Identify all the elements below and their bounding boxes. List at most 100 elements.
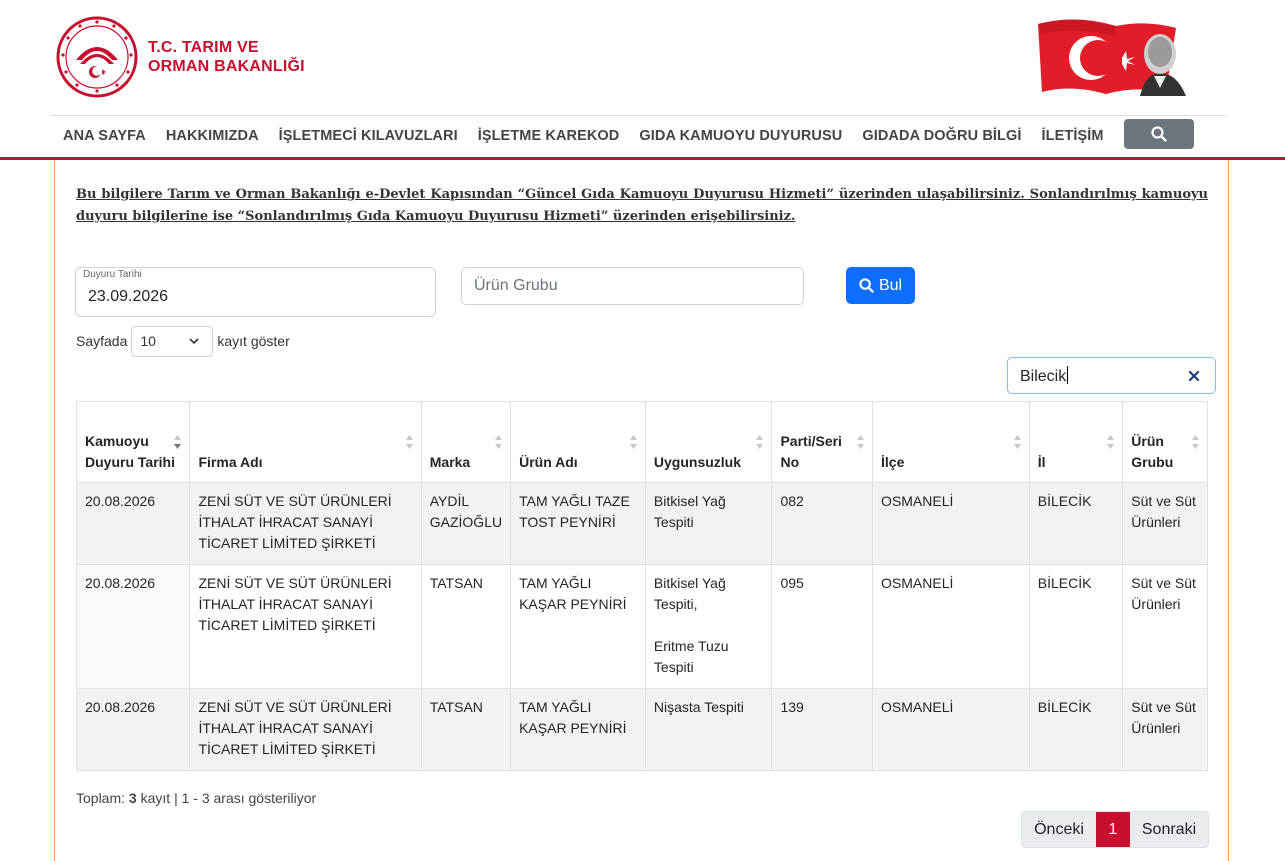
cell-date: 20.08.2026	[75, 688, 191, 771]
table-row: 20.08.2026 ZENİ SÜT VE SÜT ÜRÜNLERİ İTHA…	[75, 564, 1208, 689]
ministry-name-line2: ORMAN BAKANLIĞI	[148, 58, 305, 75]
page-length-suffix: kayıt göster	[217, 333, 290, 349]
col-header-product[interactable]: Ürün Adı	[510, 401, 646, 483]
summary-suffix: kayıt | 1 - 3 arası gösteriliyor	[140, 790, 317, 806]
main-nav: ANA SAYFA HAKKIMIZDA İŞLETMECİ KILAVUZLA…	[50, 116, 1226, 156]
col-header-company[interactable]: Firma Adı	[189, 401, 422, 483]
cell-issue-line: Bitkisel Yağ Tespiti,	[653, 575, 726, 612]
nav-search-button[interactable]	[1124, 119, 1194, 149]
flag-portrait-banner	[1038, 19, 1186, 96]
e-devlet-notice-link[interactable]: Bu bilgilere Tarım ve Orman Bakanlığı e-…	[76, 184, 1208, 228]
col-header-city-label: İl	[1037, 454, 1046, 470]
table-header-row: Kamuoyu Duyuru Tarihi Firma Adı Marka Ür…	[75, 401, 1208, 483]
col-header-company-label: Firma Adı	[198, 454, 263, 470]
ministry-name-line1: T.C. TARIM VE	[148, 39, 259, 56]
col-header-batch[interactable]: Parti/Seri No	[771, 401, 874, 483]
nav-business-qr[interactable]: İŞLETME KAREKOD	[478, 128, 620, 144]
nav-about[interactable]: HAKKIMIZDA	[166, 128, 259, 144]
cell-company: ZENİ SÜT VE SÜT ÜRÜNLERİ İTHALAT İHRACAT…	[189, 482, 422, 565]
cell-issue: Nişasta Tespiti	[644, 688, 773, 771]
sort-icon	[174, 435, 182, 449]
sort-icon	[1192, 435, 1199, 449]
col-header-issue[interactable]: Uygunsuzluk	[644, 401, 773, 483]
table-row: 20.08.2026 ZENİ SÜT VE SÜT ÜRÜNLERİ İTHA…	[75, 482, 1208, 565]
cell-product: TAM YAĞLI KAŞAR PEYNİRİ	[510, 564, 646, 689]
col-header-batch-label: Parti/Seri No	[780, 433, 842, 470]
sort-icon	[756, 435, 764, 449]
sort-icon	[1013, 435, 1021, 449]
find-button[interactable]: Bul	[846, 267, 915, 304]
summary-prefix: Toplam:	[76, 790, 126, 806]
announcements-table: Kamuoyu Duyuru Tarihi Firma Adı Marka Ür…	[75, 401, 1208, 771]
ministry-logo[interactable]: T.C. TARIM VE ORMAN BAKANLIĞI	[56, 16, 305, 98]
sort-icon	[495, 435, 503, 449]
nav-operator-guides[interactable]: İŞLETMECİ KILAVUZLARI	[279, 128, 458, 144]
cell-date: 20.08.2026	[75, 564, 191, 689]
search-icon	[1151, 126, 1167, 142]
cell-city: BİLECİK	[1028, 482, 1124, 565]
col-header-product-label: Ürün Adı	[519, 454, 578, 470]
sort-icon	[405, 435, 413, 449]
nav-contact[interactable]: İLETİŞİM	[1042, 128, 1104, 144]
page-length-value: 10	[140, 332, 156, 349]
cell-batch: 139	[771, 688, 874, 771]
page-length-select[interactable]: 10	[131, 325, 214, 357]
summary-count: 3	[128, 790, 137, 806]
sort-icon	[629, 435, 637, 449]
sort-icon	[1107, 435, 1115, 449]
cell-issue-line: Nişasta Tespiti	[653, 699, 744, 715]
page-length-prefix: Sayfada	[76, 333, 128, 349]
ministry-name: T.C. TARIM VE ORMAN BAKANLIĞI	[148, 38, 305, 76]
cell-date: 20.08.2026	[75, 482, 191, 565]
cell-issue: Bitkisel Yağ Tespiti, Eritme Tuzu Tespit…	[644, 564, 773, 689]
table-row: 20.08.2026 ZENİ SÜT VE SÜT ÜRÜNLERİ İTHA…	[75, 688, 1208, 771]
nav-food-info[interactable]: GIDADA DOĞRU BİLGİ	[862, 128, 1021, 144]
col-header-brand-label: Marka	[429, 454, 471, 470]
col-header-district-label: İlçe	[881, 454, 905, 470]
ministry-emblem-icon	[56, 16, 138, 98]
nav-food-announcement[interactable]: GIDA KAMUOYU DUYURUSU	[639, 128, 842, 144]
nav-home[interactable]: ANA SAYFA	[63, 128, 146, 144]
page-1-button[interactable]: 1	[1096, 812, 1130, 847]
cell-district: OSMANELİ	[872, 688, 1030, 771]
col-header-brand[interactable]: Marka	[420, 401, 512, 483]
table-search-input[interactable]: Bilecik	[1007, 357, 1216, 394]
announcement-date-field[interactable]: Duyuru Tarihi 23.09.2026	[75, 267, 436, 317]
cell-issue-gap	[654, 615, 764, 636]
col-header-city[interactable]: İl	[1028, 401, 1124, 483]
page-length-control: Sayfada 10 kayıt göster	[76, 325, 290, 357]
cell-group: Süt ve Süt Ürünleri	[1122, 482, 1208, 565]
product-group-input[interactable]: Ürün Grubu	[461, 267, 804, 305]
cell-city: BİLECİK	[1028, 688, 1124, 771]
cell-brand: AYDİL GAZİOĞLU	[420, 482, 512, 565]
cell-brand: TATSAN	[420, 688, 512, 771]
cell-district: OSMANELİ	[872, 482, 1030, 565]
table-summary: Toplam: 3 kayıt | 1 - 3 arası gösteriliy…	[76, 790, 316, 806]
previous-page-button[interactable]: Önceki	[1022, 812, 1096, 847]
find-button-label: Bul	[878, 276, 903, 294]
search-icon	[859, 278, 874, 293]
cell-issue-line: Eritme Tuzu Tespiti	[653, 638, 729, 675]
site-header: T.C. TARIM VE ORMAN BAKANLIĞI ANA SAYFA …	[0, 0, 1285, 160]
cell-company: ZENİ SÜT VE SÜT ÜRÜNLERİ İTHALAT İHRACAT…	[189, 564, 422, 689]
col-header-date[interactable]: Kamuoyu Duyuru Tarihi	[75, 401, 191, 483]
text-caret	[1067, 366, 1069, 384]
col-header-group[interactable]: Ürün Grubu	[1122, 401, 1208, 483]
next-page-button[interactable]: Sonraki	[1130, 812, 1208, 847]
cell-issue: Bitkisel Yağ Tespiti	[644, 482, 773, 565]
cell-batch: 095	[771, 564, 874, 689]
table-search-value: Bilecik	[1020, 368, 1067, 385]
pagination: Önceki 1 Sonraki	[1021, 811, 1209, 848]
sort-icon	[857, 435, 865, 449]
cell-group: Süt ve Süt Ürünleri	[1122, 564, 1208, 689]
cell-brand: TATSAN	[420, 564, 512, 689]
chevron-down-icon	[189, 337, 199, 344]
col-header-group-label: Ürün Grubu	[1131, 433, 1174, 470]
close-icon[interactable]	[1187, 369, 1201, 383]
col-header-issue-label: Uygunsuzluk	[653, 454, 742, 470]
cell-batch: 082	[771, 482, 874, 565]
cell-company: ZENİ SÜT VE SÜT ÜRÜNLERİ İTHALAT İHRACAT…	[189, 688, 422, 771]
col-header-district[interactable]: İlçe	[872, 401, 1030, 483]
col-header-date-label: Kamuoyu Duyuru Tarihi	[85, 433, 175, 470]
cell-city: BİLECİK	[1028, 564, 1124, 689]
